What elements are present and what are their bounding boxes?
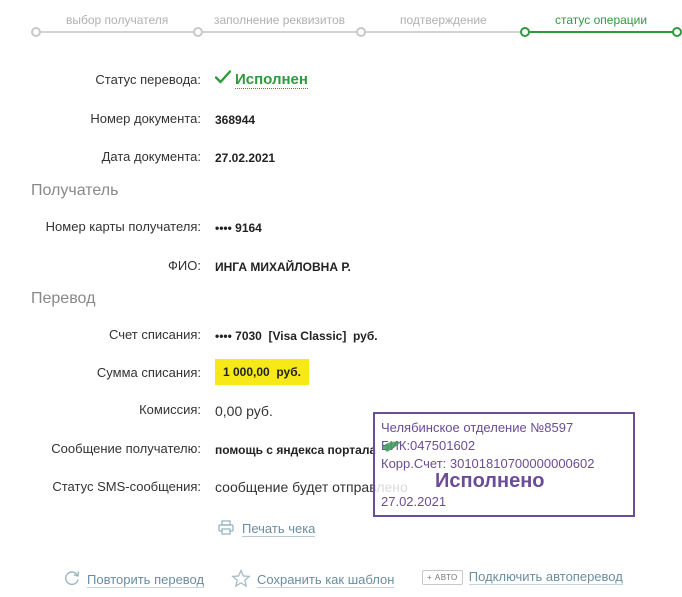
- save-template-button[interactable]: Сохранить как шаблон: [231, 568, 395, 591]
- step-dot-2: [193, 27, 203, 37]
- recipient-section-title: Получатель: [31, 182, 119, 199]
- bottom-actions: Повторить перевод Сохранить как шаблон +…: [0, 566, 682, 590]
- stamp-status: Исполнено: [435, 470, 545, 492]
- hand-cursor-icon: [381, 439, 403, 460]
- transfer-section-title: Перевод: [31, 290, 96, 307]
- save-template-label: Сохранить как шаблон: [257, 572, 395, 588]
- step-track-3: [361, 31, 525, 33]
- debit-account-label: Счет списания:: [108, 327, 201, 342]
- step-track-2: [198, 31, 361, 33]
- stamp-branch: Челябинское отделение №8597: [381, 420, 574, 435]
- progress-stepper: выбор получателя заполнение реквизитов п…: [0, 0, 682, 40]
- printer-icon: [218, 520, 234, 538]
- checkmark-icon: [214, 70, 232, 89]
- step-track-4: [525, 31, 677, 33]
- document-number-value: 368944: [215, 113, 256, 127]
- step-label-operation-status: статус операции: [555, 13, 648, 27]
- star-icon: [231, 568, 251, 591]
- print-receipt-label: Печать чека: [242, 521, 316, 537]
- auto-transfer-button[interactable]: + АВТО Подключить автоперевод: [422, 569, 623, 585]
- step-dot-end: [672, 27, 682, 37]
- auto-transfer-label: Подключить автоперевод: [468, 569, 623, 585]
- repeat-transfer-label: Повторить перевод: [87, 571, 205, 588]
- debit-amount-value: 1 000,00 руб.: [215, 359, 309, 385]
- repeat-transfer-button[interactable]: Повторить перевод: [63, 569, 205, 590]
- document-date-value: 27.02.2021: [215, 151, 276, 165]
- full-name-label: ФИО:: [168, 258, 201, 273]
- commission-value: 0,00 руб.: [215, 403, 273, 419]
- step-dot-3: [356, 27, 366, 37]
- transfer-status-label: Статус перевода:: [95, 72, 201, 87]
- document-date-label: Дата документа:: [101, 149, 201, 164]
- print-receipt-link[interactable]: Печать чека: [218, 520, 316, 538]
- step-label-recipient-choice: выбор получателя: [66, 13, 169, 27]
- debit-amount-label: Сумма списания:: [96, 365, 201, 380]
- step-label-details: заполнение реквизитов: [214, 13, 346, 27]
- full-name-value: ИНГА МИХАЙЛОВНА Р.: [215, 260, 351, 274]
- stamp-date: 27.02.2021: [381, 494, 447, 509]
- bank-stamp: Челябинское отделение №8597 БИК:04750160…: [373, 412, 635, 517]
- message-label: Сообщение получателю:: [51, 441, 201, 456]
- card-number-label: Номер карты получателя:: [45, 219, 201, 234]
- step-dot-4: [520, 27, 530, 37]
- debit-account-value: •••• 7030 [Visa Classic] руб.: [215, 329, 378, 343]
- stamp-bik: БИК:047501602: [381, 438, 476, 453]
- step-dot-1: [31, 27, 41, 37]
- card-number-value: •••• 9164: [215, 221, 262, 235]
- transfer-status-value: Исполнен: [235, 70, 308, 89]
- step-label-confirmation: подтверждение: [400, 13, 487, 27]
- transfer-status: Исполнен: [214, 70, 308, 89]
- document-number-label: Номер документа:: [90, 111, 201, 126]
- repeat-icon: [63, 569, 81, 590]
- message-value: помощь с яндекса портала: [215, 443, 377, 457]
- commission-label: Комиссия:: [139, 402, 201, 417]
- step-track-1: [36, 31, 198, 33]
- sms-status-label: Статус SMS-сообщения:: [52, 479, 201, 494]
- auto-badge: + АВТО: [422, 569, 463, 585]
